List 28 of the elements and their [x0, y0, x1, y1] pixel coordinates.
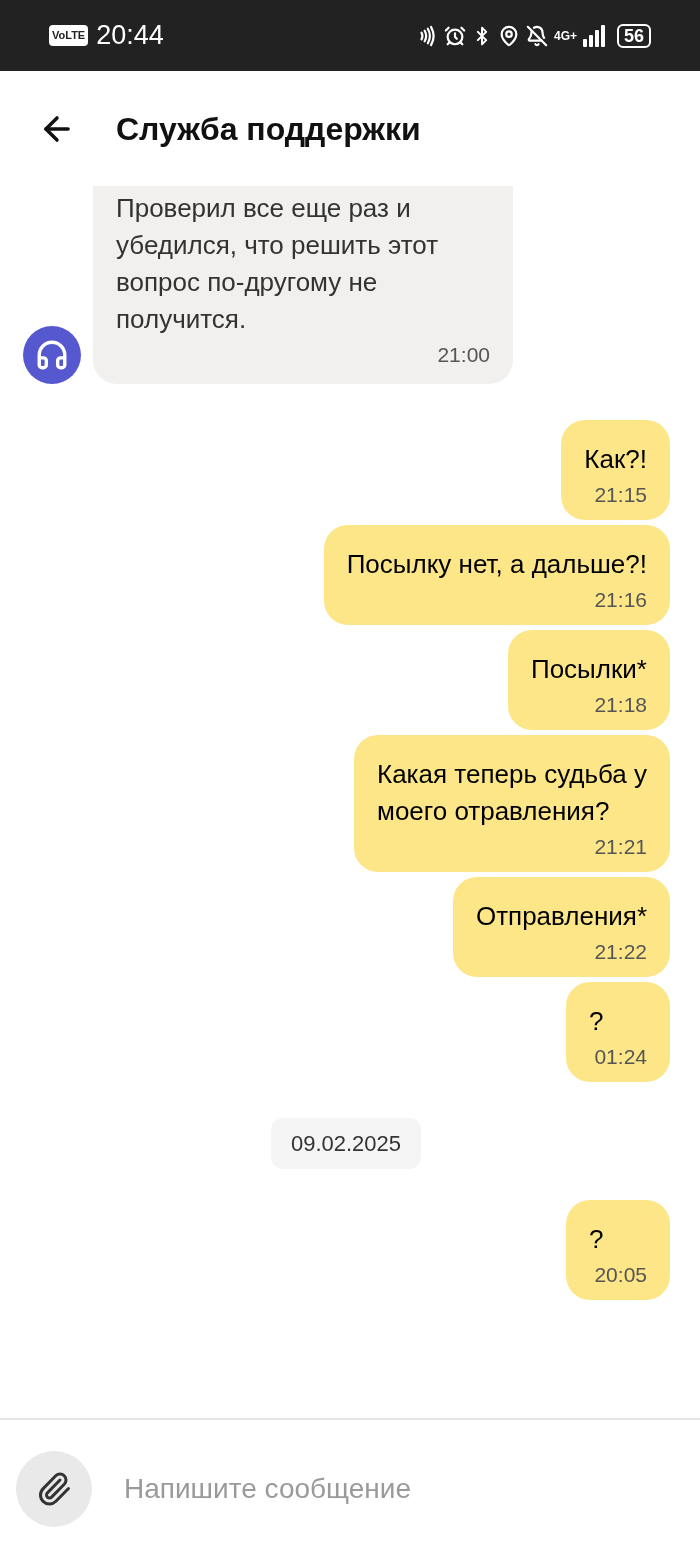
message-input[interactable]: Напишите сообщение	[124, 1468, 684, 1510]
bell-off-icon	[525, 24, 548, 47]
paperclip-icon	[36, 1471, 72, 1507]
message-text: Посылку нет, а дальше?!	[346, 548, 647, 581]
message-time: 01:24	[594, 1044, 647, 1070]
date-label: 09.02.2025	[270, 1118, 422, 1169]
message-time: 21:21	[594, 834, 647, 860]
network-type: 4G+	[553, 27, 577, 45]
chat-title: Служба поддержки	[116, 109, 421, 149]
clock: 20:44	[96, 19, 164, 53]
message-time: 20:05	[594, 1262, 647, 1288]
headphones-icon	[35, 338, 69, 372]
message-text: ?	[589, 1005, 605, 1038]
message-text: ?	[589, 1223, 605, 1256]
battery-level: 56	[616, 23, 651, 48]
message-time: 21:22	[594, 939, 647, 965]
message-text: Посылки*	[530, 653, 647, 686]
message-time: 21:00	[437, 342, 490, 368]
message-text: Отправления*	[475, 900, 647, 933]
volte-badge: VoLTE	[49, 25, 89, 46]
message-time: 21:15	[594, 482, 647, 508]
message-time: 21:18	[594, 692, 647, 718]
signal-icon	[582, 24, 607, 47]
alarm-icon	[443, 24, 466, 47]
message-text: Как?!	[584, 443, 647, 476]
message-text: Какая теперь судьба у моего отравления?	[377, 758, 647, 828]
message-text: Проверил все еще раз и убедился, что решить этот вопрос по-другому не получится.	[116, 192, 440, 336]
message-time: 21:16	[594, 587, 647, 613]
